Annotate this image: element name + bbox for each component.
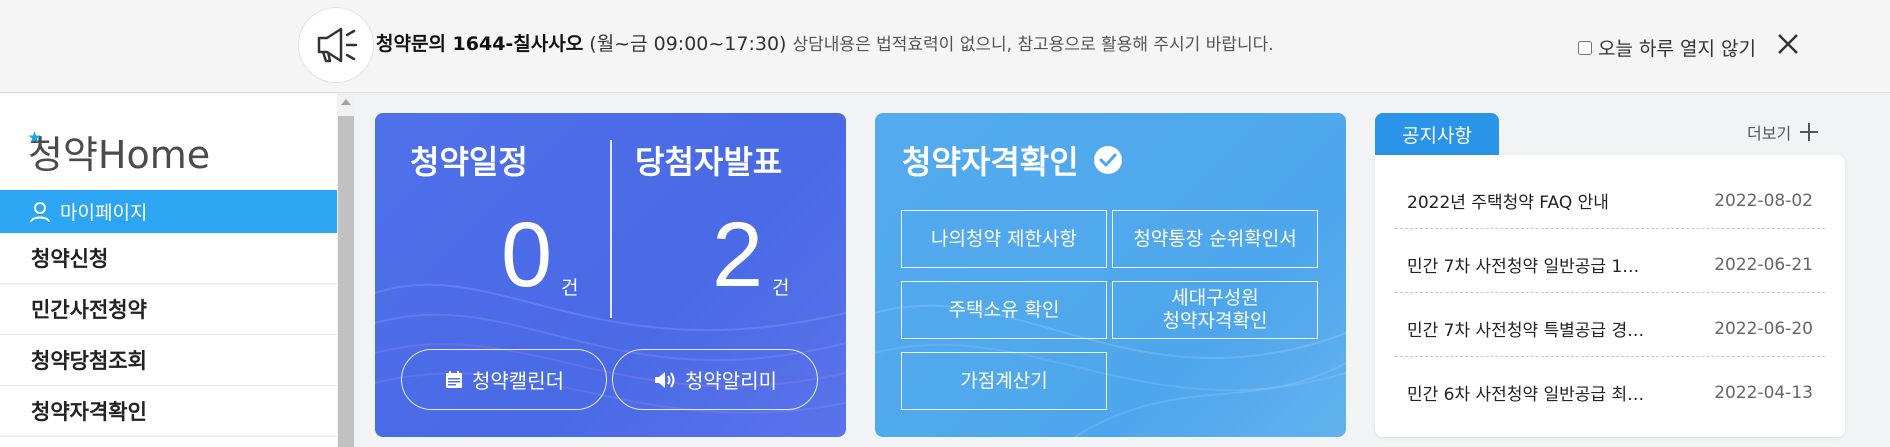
calendar-icon bbox=[446, 370, 462, 388]
dont-show-checkbox[interactable] bbox=[1578, 40, 1592, 55]
logo[interactable]: 청약Home bbox=[28, 126, 248, 177]
sidebar-item-label: 청약당첨조회 bbox=[31, 349, 147, 373]
household-button-line1: 세대구성원 bbox=[1171, 287, 1259, 310]
logo-text: 청약Home bbox=[28, 133, 210, 177]
score-calculator-button[interactable]: 가점계산기 bbox=[901, 352, 1107, 410]
winner-title: 당첨자발표 bbox=[635, 143, 783, 181]
list-item[interactable]: 민간 7차 사전청약 특별공급 경… 2022-06-20 bbox=[1395, 293, 1825, 357]
more-link[interactable]: 더보기 bbox=[1747, 120, 1819, 144]
winner-count-unit: 건 bbox=[772, 277, 790, 299]
schedule-count-unit: 건 bbox=[561, 277, 579, 299]
alarm-button[interactable]: 청약알리미 bbox=[612, 349, 818, 410]
tab-notice[interactable]: 공지사항 bbox=[1375, 113, 1499, 155]
sidebar-item-label: 마이페이지 bbox=[60, 202, 148, 224]
megaphone-icon bbox=[298, 7, 374, 83]
card-divider bbox=[610, 140, 612, 318]
notice-date: 2022-06-21 bbox=[1714, 255, 1813, 275]
sidebar-item-mypage[interactable]: 마이페이지 bbox=[0, 190, 337, 233]
notice-list: 2022년 주택청약 FAQ 안내 2022-08-02 민간 7차 사전청약 … bbox=[1375, 155, 1845, 437]
schedule-card: 청약일정 당첨자발표 0 건 2 건 청약캘린더 청약알리미 bbox=[375, 113, 846, 437]
scroll-up-arrow-icon[interactable] bbox=[341, 99, 351, 105]
sidebar-item-qualification[interactable]: 청약자격확인 bbox=[0, 386, 337, 437]
user-icon bbox=[30, 201, 50, 222]
speaker-icon bbox=[655, 371, 675, 388]
household-button-line2: 청약자격확인 bbox=[1162, 310, 1268, 332]
house-ownership-button[interactable]: 주택소유 확인 bbox=[901, 281, 1107, 339]
close-icon[interactable] bbox=[1774, 30, 1802, 58]
list-item[interactable]: 2022년 주택청약 FAQ 안내 2022-08-02 bbox=[1395, 165, 1825, 229]
sidebar-item-winner-lookup[interactable]: 청약당첨조회 bbox=[0, 335, 337, 386]
plus-icon bbox=[1800, 123, 1819, 141]
sidebar: 청약Home 마이페이지 청약신청 민간사전청약 청약당첨조회 청약자격확인 bbox=[0, 94, 337, 447]
notice-date: 2022-08-02 bbox=[1714, 191, 1813, 211]
list-item[interactable]: 민간 6차 사전청약 일반공급 최… 2022-04-13 bbox=[1395, 357, 1825, 421]
schedule-count[interactable]: 0 bbox=[501, 209, 552, 301]
sidebar-item-label: 민간사전청약 bbox=[31, 298, 147, 322]
my-restrictions-button[interactable]: 나의청약 제한사항 bbox=[901, 210, 1107, 268]
list-item[interactable]: 민간 7차 사전청약 일반공급 1… 2022-06-21 bbox=[1395, 229, 1825, 293]
sidebar-item-label: 청약신청 bbox=[31, 247, 109, 271]
notice-text: 청약문의 1644-칠사사오 (월~금 09:00~17:30) 상담내용은 법… bbox=[376, 29, 1274, 56]
calendar-button[interactable]: 청약캘린더 bbox=[401, 349, 607, 410]
alarm-button-label: 청약알리미 bbox=[685, 369, 777, 393]
sidebar-item-private-pre-sale[interactable]: 민간사전청약 bbox=[0, 284, 337, 335]
schedule-title: 청약일정 bbox=[410, 143, 528, 181]
notice-phone: 청약문의 1644-칠사사오 bbox=[376, 33, 584, 55]
dont-show-label: 오늘 하루 열지 않기 bbox=[1598, 38, 1756, 60]
more-label: 더보기 bbox=[1747, 124, 1792, 143]
qualification-title-text: 청약자격확인 bbox=[902, 143, 1079, 181]
sidebar-item-label: 청약자격확인 bbox=[31, 400, 147, 424]
notice-title[interactable]: 민간 7차 사전청약 특별공급 경… bbox=[1407, 316, 1644, 341]
notice-disclaimer: 상담내용은 법적효력이 없으니, 참고용으로 활용해 주시기 바랍니다. bbox=[792, 35, 1274, 55]
scrollbar-thumb[interactable] bbox=[338, 116, 354, 447]
notice-title[interactable]: 민간 6차 사전청약 일반공급 최… bbox=[1407, 380, 1644, 405]
winner-count[interactable]: 2 bbox=[712, 209, 763, 301]
notice-date: 2022-04-13 bbox=[1714, 383, 1813, 403]
top-notice-bar: 청약문의 1644-칠사사오 (월~금 09:00~17:30) 상담내용은 법… bbox=[0, 0, 1890, 93]
sidebar-item-apply[interactable]: 청약신청 bbox=[0, 233, 337, 284]
dont-show-today[interactable]: 오늘 하루 열지 않기 bbox=[1578, 34, 1756, 61]
notice-title[interactable]: 민간 7차 사전청약 일반공급 1… bbox=[1407, 252, 1639, 277]
account-rank-button[interactable]: 청약통장 순위확인서 bbox=[1112, 210, 1318, 268]
calendar-button-label: 청약캘린더 bbox=[472, 369, 564, 393]
qualification-card: 청약자격확인 나의청약 제한사항 청약통장 순위확인서 주택소유 확인 세대구성… bbox=[875, 113, 1346, 437]
household-qualification-button[interactable]: 세대구성원 청약자격확인 bbox=[1112, 281, 1318, 339]
check-circle-icon bbox=[1093, 146, 1122, 174]
notice-date: 2022-06-20 bbox=[1714, 319, 1813, 339]
notice-hours: (월~금 09:00~17:30) bbox=[589, 33, 787, 55]
qualification-title: 청약자격확인 bbox=[902, 137, 1123, 183]
notice-title[interactable]: 2022년 주택청약 FAQ 안내 bbox=[1407, 188, 1609, 213]
